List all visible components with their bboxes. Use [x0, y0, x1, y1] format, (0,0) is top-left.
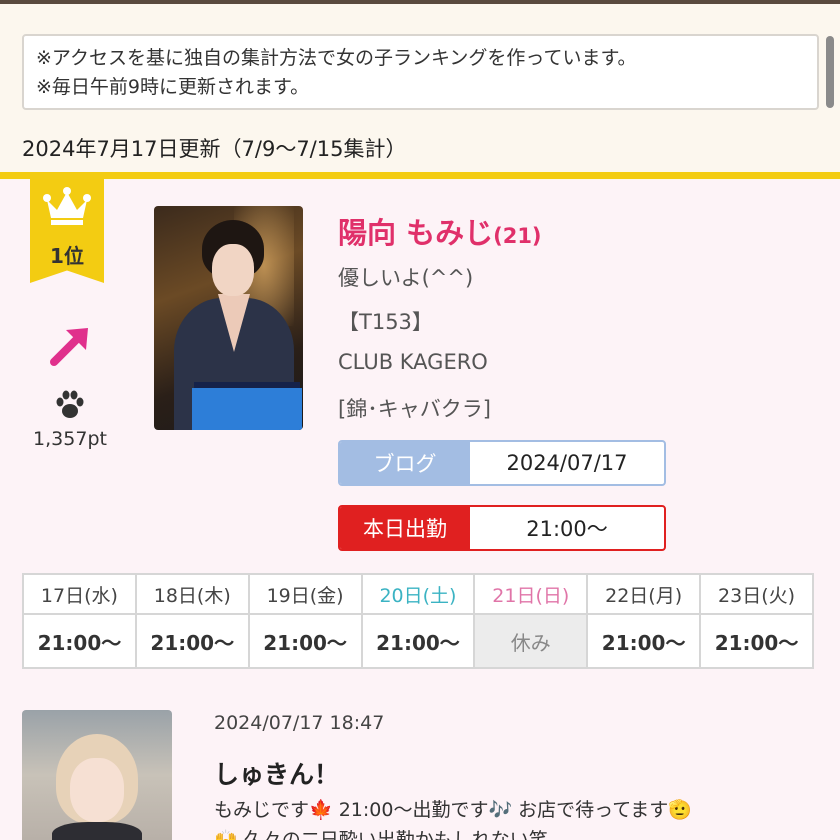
schedule-time: 21:00〜 [134, 613, 250, 669]
arrow-up-right-icon [50, 328, 88, 366]
today-time: 21:00〜 [526, 517, 608, 541]
girl-name-link[interactable]: 陽向 もみじ(21) [338, 210, 542, 252]
schedule-time: 21:00〜 [247, 613, 363, 669]
post-datetime: 2024/07/17 18:47 [214, 712, 385, 734]
header-divider [0, 172, 840, 179]
notice-line-1: ※アクセスを基に独自の集計方法で女の子ランキングを作っています。 [36, 47, 637, 69]
crown-icon [43, 187, 91, 225]
schedule-day-sunday: 21日(日) [473, 573, 589, 615]
schedule-day-saturday: 20日(土) [360, 573, 476, 615]
girl-name: 陽向 もみじ [338, 216, 494, 250]
ranking-points: 1,357pt [33, 428, 107, 450]
rank-label: 1位 [50, 244, 84, 268]
schedule-time-off: 休み [473, 613, 589, 669]
schedule-day: 19日(金) [247, 573, 363, 615]
ranking-notice-box[interactable]: ※アクセスを基に独自の集計方法で女の子ランキングを作っています。 ※毎日午前9時… [22, 34, 819, 110]
height: 【T153】 [338, 310, 433, 334]
girl-age: (21) [493, 224, 542, 248]
shop-category: [錦･キャバクラ] [338, 397, 491, 421]
update-date: 2024年7月17日更新（7/9〜7/15集計） [22, 137, 407, 161]
schedule-day: 22日(月) [586, 573, 702, 615]
schedule-day: 17日(水) [22, 573, 137, 615]
post-body-line-2: 🙌 久々の二日酔い出勤かもしれない笑 [214, 829, 548, 840]
notice-scrollbar[interactable] [826, 36, 834, 108]
blog-button[interactable]: ブログ 2024/07/17 [338, 440, 666, 486]
notice-line-2: ※毎日午前9時に更新されます。 [36, 76, 310, 98]
today-label: 本日出勤 [340, 507, 470, 549]
paw-icon [56, 390, 84, 418]
schedule-day: 23日(火) [699, 573, 814, 615]
schedule-time: 21:00〜 [699, 613, 814, 669]
today-shift[interactable]: 本日出勤 21:00〜 [338, 505, 666, 551]
post-body-line-1: もみじです🍁 21:00〜出勤です🎶 お店で待ってます🫡 [214, 799, 692, 821]
post-title[interactable]: しゅきん！ [214, 755, 339, 791]
schedule-time: 21:00〜 [360, 613, 476, 669]
catchphrase: 優しいよ(^^) [338, 266, 474, 290]
weekly-schedule: 17日(水) 18日(木) 19日(金) 20日(土) 21日(日) 22日(月… [22, 573, 814, 669]
schedule-time: 21:00〜 [586, 613, 702, 669]
top-border [0, 0, 840, 4]
post-body: もみじです🍁 21:00〜出勤です🎶 お店で待ってます🫡 🙌 久々の二日酔い出勤… [214, 795, 824, 840]
shop-name[interactable]: CLUB KAGERO [338, 350, 488, 374]
blog-label: ブログ [340, 442, 470, 484]
schedule-day: 18日(木) [134, 573, 250, 615]
blog-post-thumbnail[interactable] [22, 710, 172, 840]
blog-date: 2024/07/17 [506, 451, 628, 475]
schedule-time: 21:00〜 [22, 613, 137, 669]
profile-photo[interactable] [154, 206, 303, 430]
